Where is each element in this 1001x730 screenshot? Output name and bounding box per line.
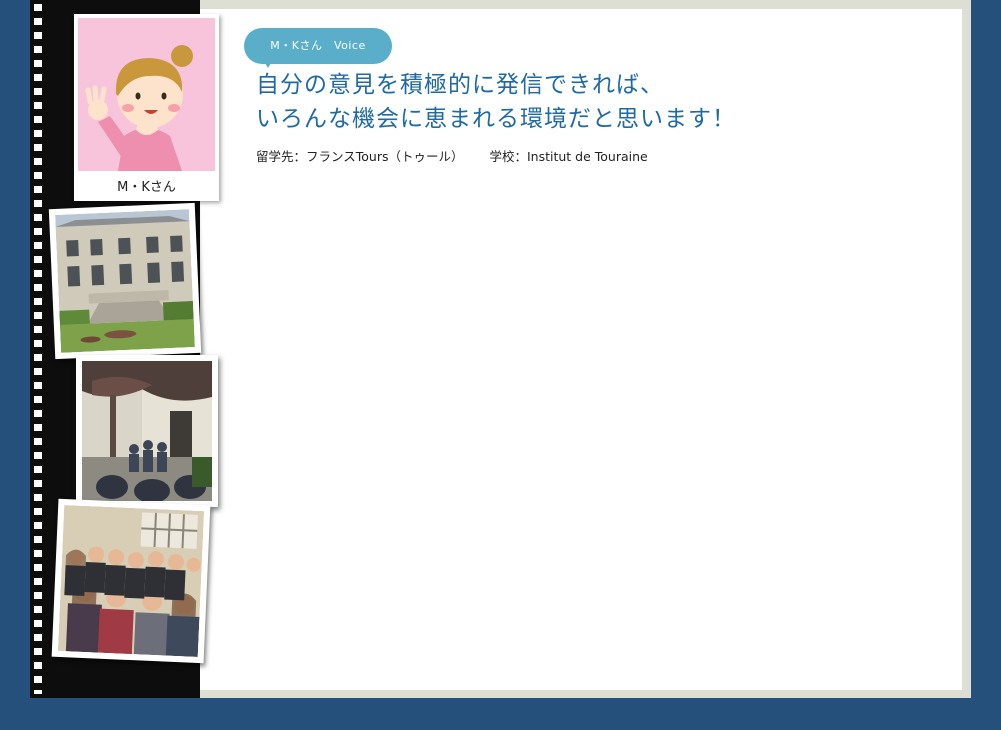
footer-band [0,700,1001,730]
photo-school-building [48,202,202,360]
photo-group [51,498,211,664]
study-info: 留学先：フランスTours（トゥール） 学校：Institut de Toura… [256,146,670,165]
school-text: 学校：Institut de Touraine [489,149,648,164]
student-illustration-icon [85,45,193,171]
headline-line-1: 自分の意見を積極的に発信できれば、 [256,72,664,98]
bubble-tail [262,58,274,68]
avatar-card: M・Kさん [74,14,219,201]
headline-line-2: いろんな機会に恵まれる環境だと思います！ [256,106,736,132]
group-photo [57,505,205,657]
avatar [78,18,215,171]
film-sprockets [34,4,42,694]
avatar-name: M・Kさん [117,180,176,195]
headline: 自分の意見を積極的に発信できれば、 いろんな機会に恵まれる環境だと思います！ [256,68,876,136]
destination-text: 留学先：フランスTours（トゥール） [256,149,464,164]
voice-bubble: M・Kさん Voice [244,28,392,68]
courtyard-photo [82,361,212,501]
school-building-photo [55,209,195,353]
photo-courtyard [76,355,218,507]
voice-label: M・Kさん Voice [270,39,366,52]
